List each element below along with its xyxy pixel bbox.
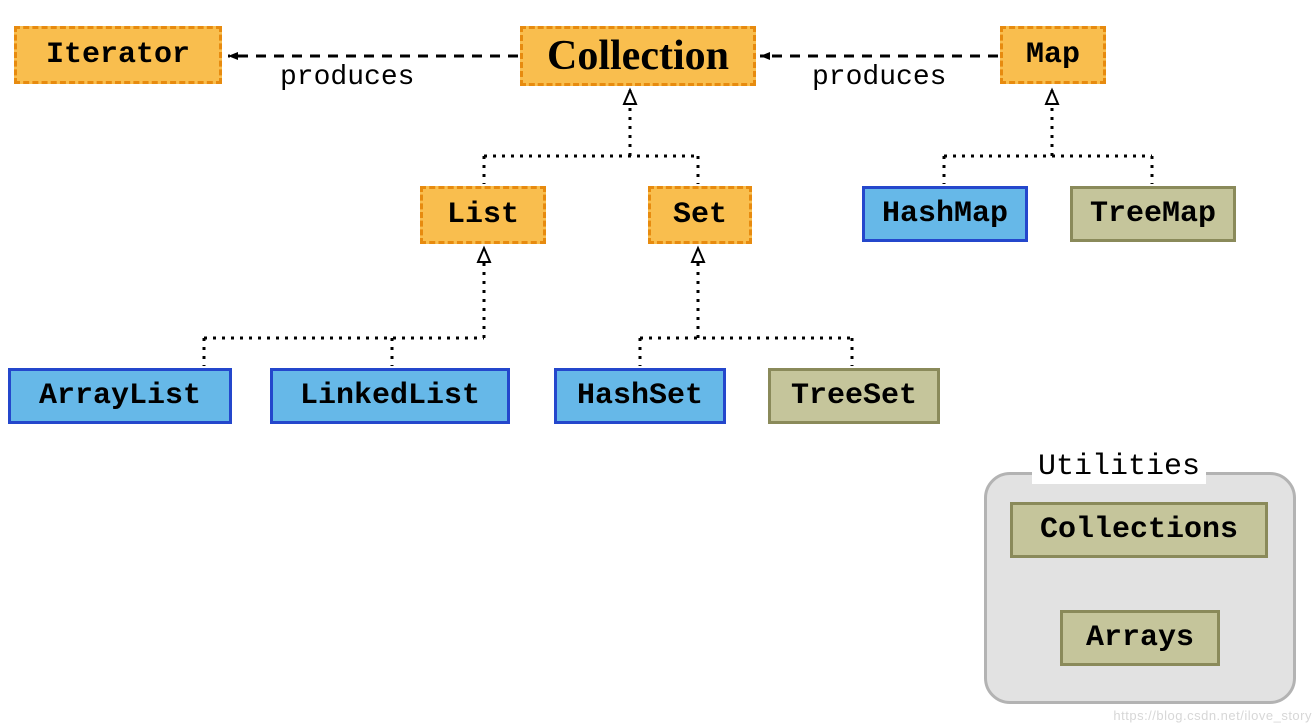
node-arraylist: ArrayList (8, 368, 232, 424)
node-hashset: HashSet (554, 368, 726, 424)
node-collections: Collections (1010, 502, 1268, 558)
node-hashmap: HashMap (862, 186, 1028, 242)
watermark-text: https://blog.csdn.net/ilove_story (1113, 708, 1312, 723)
edge-label-produces-left: produces (280, 62, 414, 93)
node-set-label: Set (673, 198, 727, 232)
node-treeset: TreeSet (768, 368, 940, 424)
node-arraylist-label: ArrayList (39, 379, 201, 413)
node-list: List (420, 186, 546, 244)
node-set: Set (648, 186, 752, 244)
node-linkedlist-label: LinkedList (300, 379, 480, 413)
node-iterator: Iterator (14, 26, 222, 84)
node-collection: Collection (520, 26, 756, 86)
diagram-stage: Iterator Collection Map produces produce… (0, 0, 1316, 725)
node-collections-label: Collections (1040, 513, 1238, 547)
edge-label-produces-right: produces (812, 62, 946, 93)
node-hashset-label: HashSet (577, 379, 703, 413)
node-linkedlist: LinkedList (270, 368, 510, 424)
node-collection-label: Collection (547, 32, 729, 80)
node-map-label: Map (1026, 38, 1080, 72)
node-treemap: TreeMap (1070, 186, 1236, 242)
group-utilities-title: Utilities (1032, 450, 1206, 484)
node-treeset-label: TreeSet (791, 379, 917, 413)
node-iterator-label: Iterator (46, 38, 190, 72)
node-arrays-label: Arrays (1086, 621, 1194, 655)
node-treemap-label: TreeMap (1090, 197, 1216, 231)
node-arrays: Arrays (1060, 610, 1220, 666)
node-hashmap-label: HashMap (882, 197, 1008, 231)
node-map: Map (1000, 26, 1106, 84)
node-list-label: List (447, 198, 519, 232)
